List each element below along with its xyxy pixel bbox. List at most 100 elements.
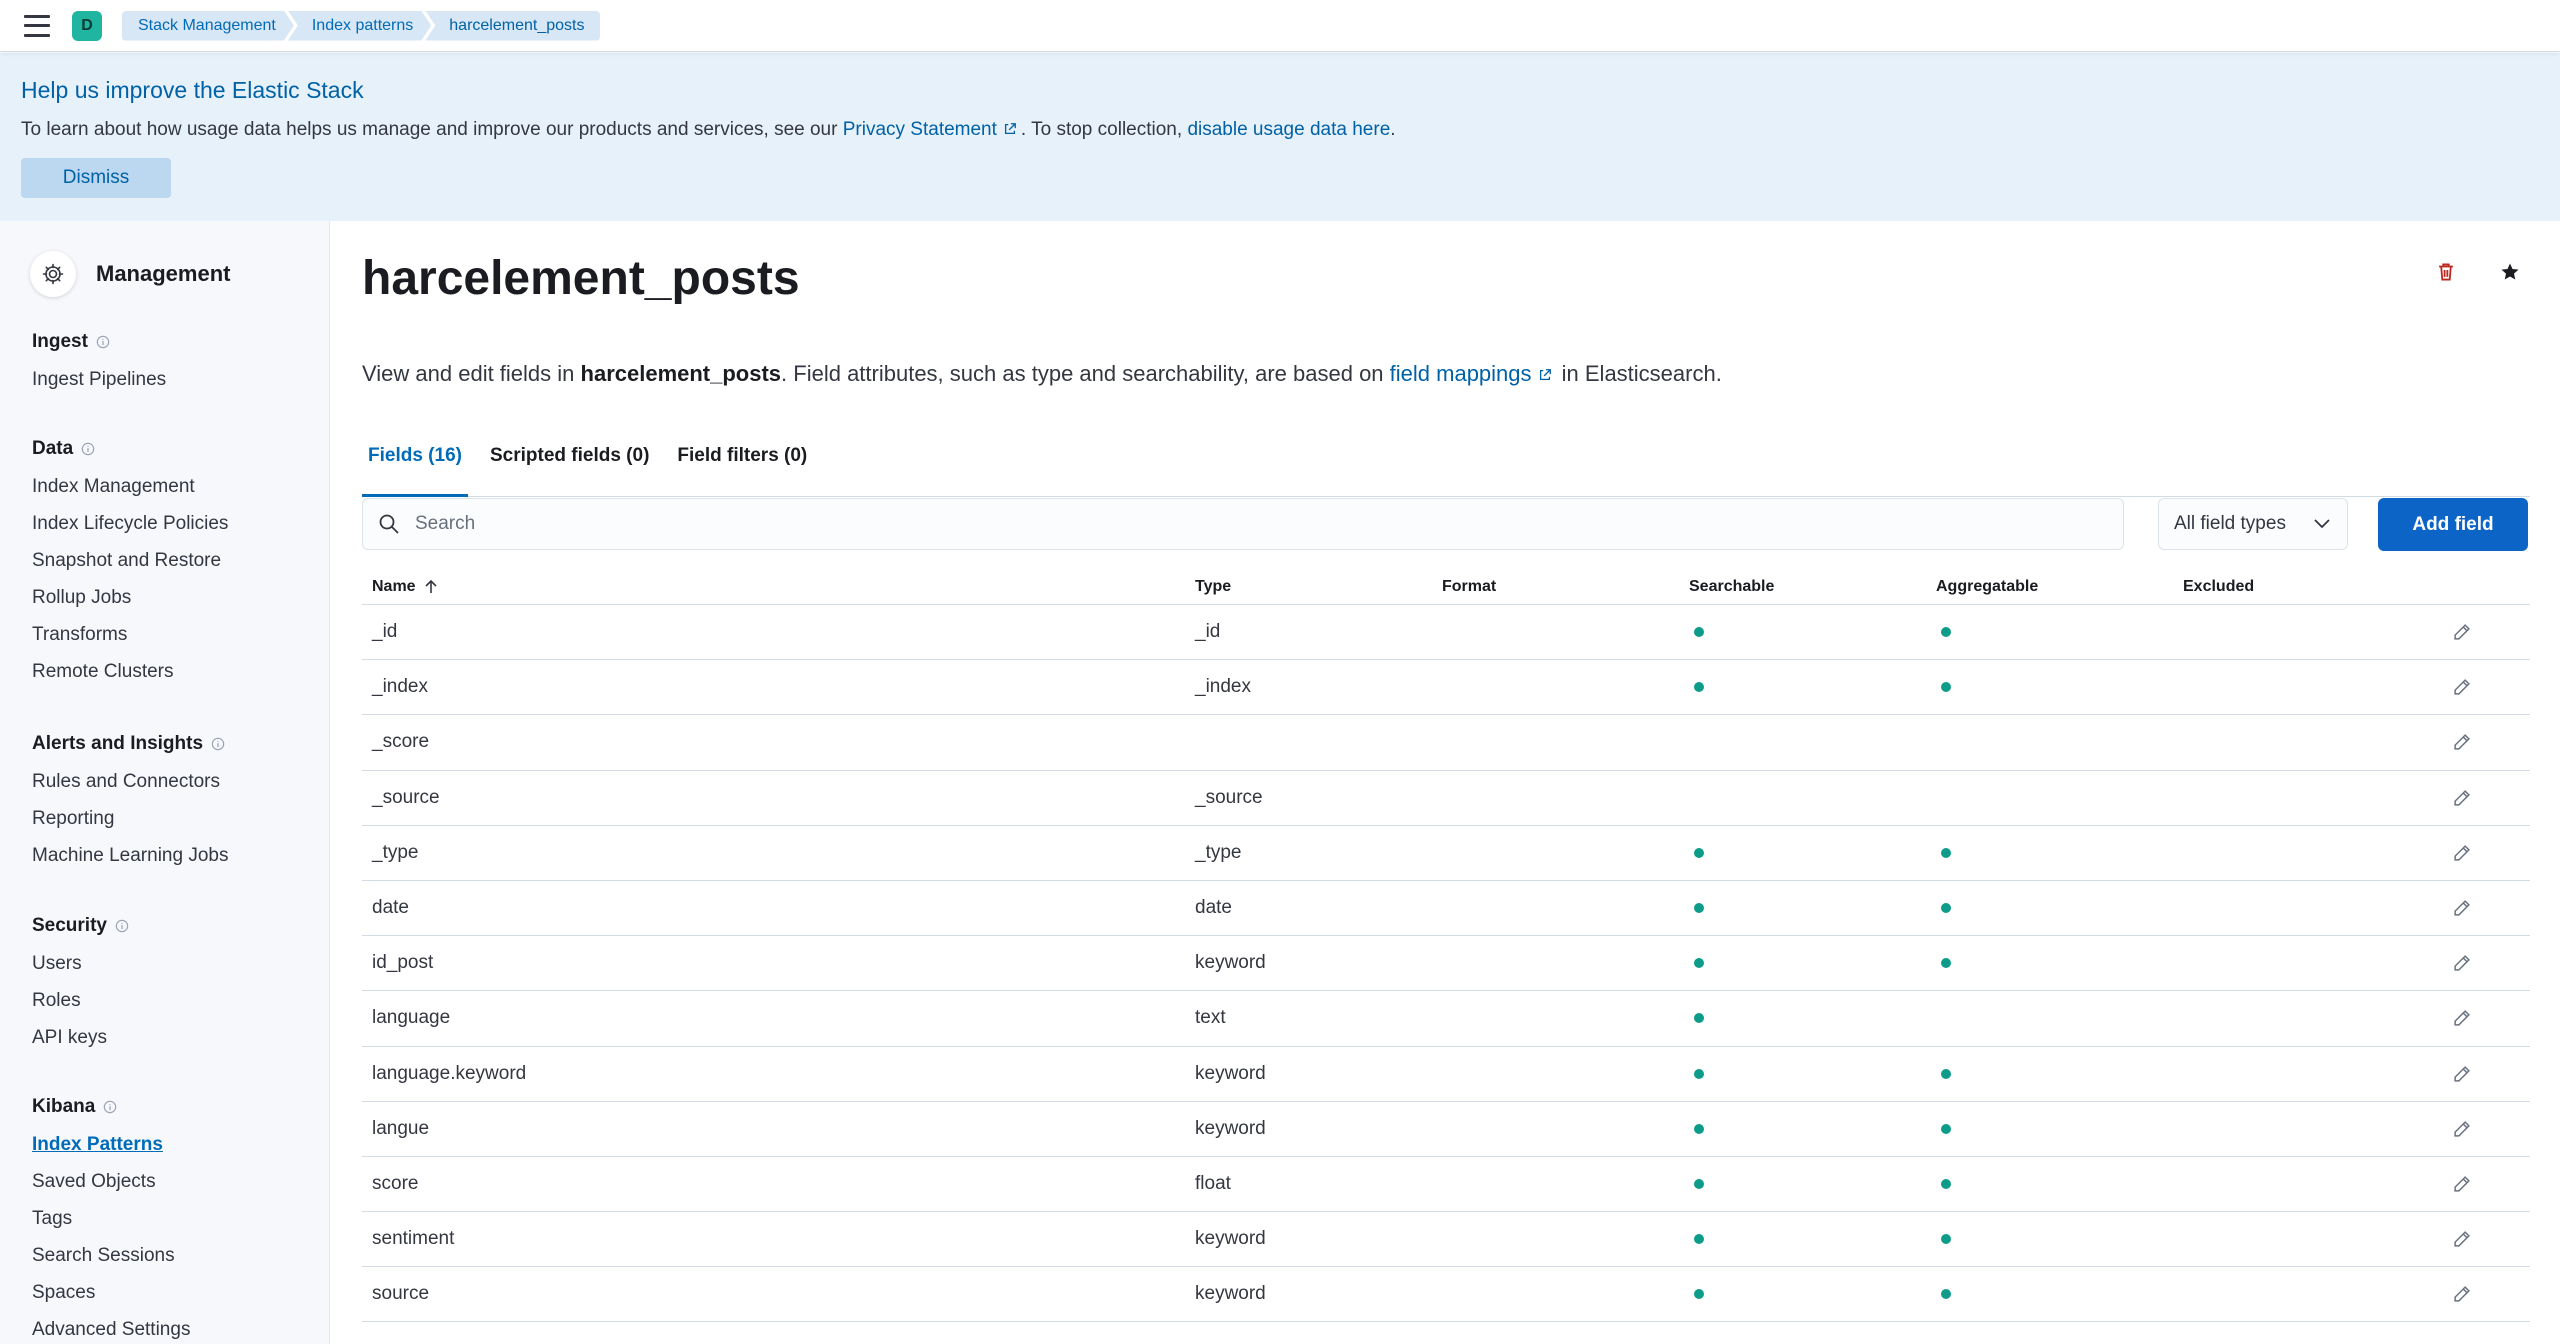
searchable-indicator: [1694, 1068, 1704, 1079]
trash-icon[interactable]: [2431, 257, 2461, 287]
breadcrumb-stack-management[interactable]: Stack Management: [122, 11, 294, 41]
dismiss-button[interactable]: Dismiss: [21, 158, 171, 198]
external-link-icon: [1539, 369, 1551, 381]
table-row: _id _id: [362, 605, 2530, 661]
column-header-format[interactable]: Format: [1432, 578, 1679, 596]
pencil-icon[interactable]: [2447, 893, 2477, 923]
sidebar-item-search-sessions[interactable]: Search Sessions: [32, 1237, 190, 1274]
table-row: _type _type: [362, 826, 2530, 881]
top-header: D Stack Management Index patterns harcel…: [0, 0, 2560, 52]
aggregatable-indicator: [1941, 903, 1951, 914]
pencil-icon[interactable]: [2447, 727, 2477, 757]
search-input[interactable]: [415, 513, 2095, 535]
fields-table: Name Type Format Searchable Aggregatable…: [362, 569, 2530, 1323]
field-name: source: [372, 1283, 430, 1305]
pencil-icon[interactable]: [2447, 1224, 2477, 1254]
table-row: score float: [362, 1157, 2530, 1213]
column-header-type[interactable]: Type: [1185, 578, 1432, 596]
page-title: harcelement_posts: [362, 252, 800, 305]
sidebar-item-ingest-pipelines[interactable]: Ingest Pipelines: [32, 361, 166, 398]
field-name: score: [372, 1172, 419, 1194]
sidebar-item-advanced-settings[interactable]: Advanced Settings: [32, 1311, 190, 1344]
sidebar-item-transforms[interactable]: Transforms: [32, 616, 228, 653]
field-searchable: [1679, 1234, 1926, 1245]
sidebar-item-api-keys[interactable]: API keys: [32, 1019, 129, 1056]
management-sidebar: Management Ingest Ingest Pipelines Data …: [0, 221, 330, 1344]
pencil-icon[interactable]: [2447, 1059, 2477, 1089]
field-aggregatable: [1926, 1123, 2173, 1134]
field-type: keyword: [1195, 1117, 1266, 1139]
table-row: langue keyword: [362, 1102, 2530, 1157]
field-name: sentiment: [372, 1228, 455, 1250]
pencil-icon[interactable]: [2447, 1114, 2477, 1144]
pencil-icon[interactable]: [2447, 948, 2477, 978]
tab-scripted-fields[interactable]: Scripted fields (0): [484, 431, 655, 497]
add-field-button[interactable]: Add field: [2378, 498, 2528, 551]
aggregatable-indicator: [1941, 1289, 1951, 1300]
field-type: text: [1195, 1007, 1226, 1029]
hamburger-menu-icon[interactable]: [24, 14, 50, 37]
column-header-searchable[interactable]: Searchable: [1679, 578, 1926, 596]
field-type: keyword: [1195, 952, 1266, 974]
field-aggregatable: [1926, 903, 2173, 914]
pencil-icon[interactable]: [2447, 1169, 2477, 1199]
aggregatable-indicator: [1941, 627, 1951, 638]
row-actions: [2393, 1003, 2530, 1033]
main-content: harcelement_posts View and edit fields i…: [331, 221, 2560, 1344]
tab-fields[interactable]: Fields (16): [362, 431, 468, 497]
sidebar-item-machine-learning-jobs[interactable]: Machine Learning Jobs: [32, 837, 228, 874]
sidebar-item-index-lifecycle-policies[interactable]: Index Lifecycle Policies: [32, 505, 228, 542]
column-header-name[interactable]: Name: [362, 578, 1185, 596]
column-header-aggregatable[interactable]: Aggregatable: [1926, 578, 2173, 596]
search-icon: [379, 514, 399, 534]
description-index-name: harcelement_posts: [580, 361, 782, 386]
table-row: language text: [362, 991, 2530, 1047]
sidebar-item-users[interactable]: Users: [32, 945, 129, 982]
field-mappings-link[interactable]: field mappings: [1390, 361, 1556, 386]
sidebar-item-remote-clusters[interactable]: Remote Clusters: [32, 653, 228, 690]
sidebar-item-saved-objects[interactable]: Saved Objects: [32, 1163, 190, 1200]
field-type: date: [1195, 897, 1232, 919]
sidebar-item-tags[interactable]: Tags: [32, 1200, 190, 1237]
field-name: langue: [372, 1117, 430, 1139]
disable-usage-data-link[interactable]: disable usage data here: [1187, 119, 1390, 140]
tab-field-filters[interactable]: Field filters (0): [671, 431, 813, 497]
pencil-icon[interactable]: [2447, 672, 2477, 702]
sidebar-item-index-management[interactable]: Index Management: [32, 468, 228, 505]
field-name: _type: [372, 841, 419, 863]
pencil-icon[interactable]: [2447, 617, 2477, 647]
pencil-icon[interactable]: [2447, 1003, 2477, 1033]
sidebar-item-index-patterns[interactable]: Index Patterns: [32, 1126, 190, 1163]
aggregatable-indicator: [1941, 1123, 1951, 1134]
table-header: Name Type Format Searchable Aggregatable…: [362, 569, 2530, 605]
row-actions: [2393, 617, 2530, 647]
space-avatar[interactable]: D: [72, 10, 102, 41]
table-body: _id _id _index _index _score _source _source _t…: [362, 605, 2530, 1323]
sidebar-item-reporting[interactable]: Reporting: [32, 800, 228, 837]
column-header-excluded[interactable]: Excluded: [2173, 578, 2393, 596]
aggregatable-indicator: [1941, 1234, 1951, 1245]
searchable-indicator: [1694, 1123, 1704, 1134]
sidebar-item-spaces[interactable]: Spaces: [32, 1274, 190, 1311]
field-searchable: [1679, 1013, 1926, 1024]
searchable-indicator: [1694, 627, 1704, 638]
info-icon: [104, 1100, 117, 1114]
sidebar-item-rollup-jobs[interactable]: Rollup Jobs: [32, 579, 228, 616]
sidebar-item-snapshot-and-restore[interactable]: Snapshot and Restore: [32, 542, 228, 579]
sidebar-item-rules-and-connectors[interactable]: Rules and Connectors: [32, 763, 228, 800]
pencil-icon[interactable]: [2447, 838, 2477, 868]
breadcrumb-index-patterns[interactable]: Index patterns: [288, 11, 431, 41]
field-type: keyword: [1195, 1283, 1266, 1305]
pencil-icon[interactable]: [2447, 1279, 2477, 1309]
privacy-statement-link[interactable]: Privacy Statement: [843, 119, 1021, 140]
row-actions: [2393, 727, 2530, 757]
searchable-indicator: [1694, 958, 1704, 969]
row-actions: [2393, 1224, 2530, 1254]
field-type-select[interactable]: All field types: [2158, 498, 2348, 550]
row-actions: [2393, 893, 2530, 923]
pencil-icon[interactable]: [2447, 783, 2477, 813]
star-icon[interactable]: [2495, 257, 2525, 287]
search-field: [362, 498, 2124, 550]
sidebar-item-roles[interactable]: Roles: [32, 982, 129, 1019]
nav-section-security: Security Users Roles API keys: [32, 913, 129, 1056]
